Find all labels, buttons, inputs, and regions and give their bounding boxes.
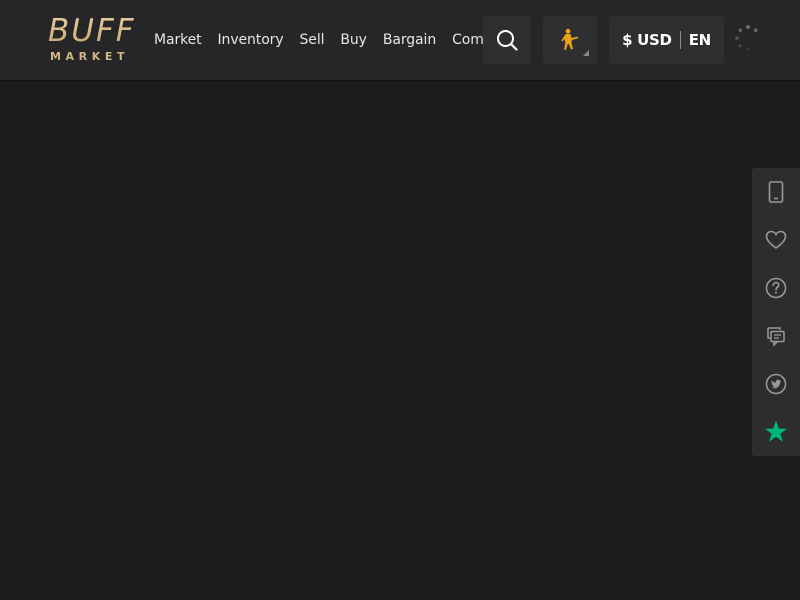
- nav-item-bargain[interactable]: Bargain: [383, 0, 436, 80]
- currency-label: $ USD: [622, 31, 672, 49]
- currency-divider: [679, 31, 681, 49]
- cs-soldier-icon: [561, 28, 579, 50]
- game-select-button[interactable]: [543, 16, 597, 64]
- heart-icon: [765, 230, 787, 249]
- game-dropdown-corner: [583, 50, 589, 56]
- twitter-button[interactable]: [752, 360, 800, 408]
- nav-item-community[interactable]: Community: [452, 0, 486, 80]
- nav-item-buy[interactable]: Buy: [340, 0, 367, 80]
- search-button[interactable]: [483, 16, 531, 64]
- twitter-icon: [765, 373, 787, 395]
- buff-market-logo[interactable]: BUFF MARKET: [48, 14, 134, 64]
- help-icon: [765, 277, 787, 299]
- right-floating-toolbar: [752, 168, 800, 456]
- logo-sub-text: MARKET: [50, 50, 130, 63]
- nav-item-sell[interactable]: Sell: [300, 0, 325, 80]
- loading-spinner-icon: [735, 25, 758, 51]
- trustpilot-button[interactable]: [752, 408, 800, 456]
- feedback-button[interactable]: [752, 312, 800, 360]
- search-icon: [497, 30, 518, 51]
- mobile-app-button[interactable]: [752, 168, 800, 216]
- tablet-icon: [768, 181, 784, 203]
- nav-item-inventory[interactable]: Inventory: [218, 0, 284, 80]
- main-nav: Market Inventory Sell Buy Bargain Commun…: [154, 0, 486, 80]
- help-button[interactable]: [752, 264, 800, 312]
- page: BUFF MARKET Market Inventory Sell Buy Ba…: [0, 0, 800, 600]
- currency-language-button[interactable]: $ USD EN: [609, 16, 724, 64]
- chat-icon: [767, 327, 785, 347]
- logo-main-text: BUFF: [48, 13, 136, 49]
- nav-item-market[interactable]: Market: [154, 0, 202, 80]
- trustpilot-star-icon: [764, 420, 788, 442]
- top-header: BUFF MARKET Market Inventory Sell Buy Ba…: [0, 0, 800, 80]
- language-label: EN: [688, 31, 712, 49]
- favorites-button[interactable]: [752, 216, 800, 264]
